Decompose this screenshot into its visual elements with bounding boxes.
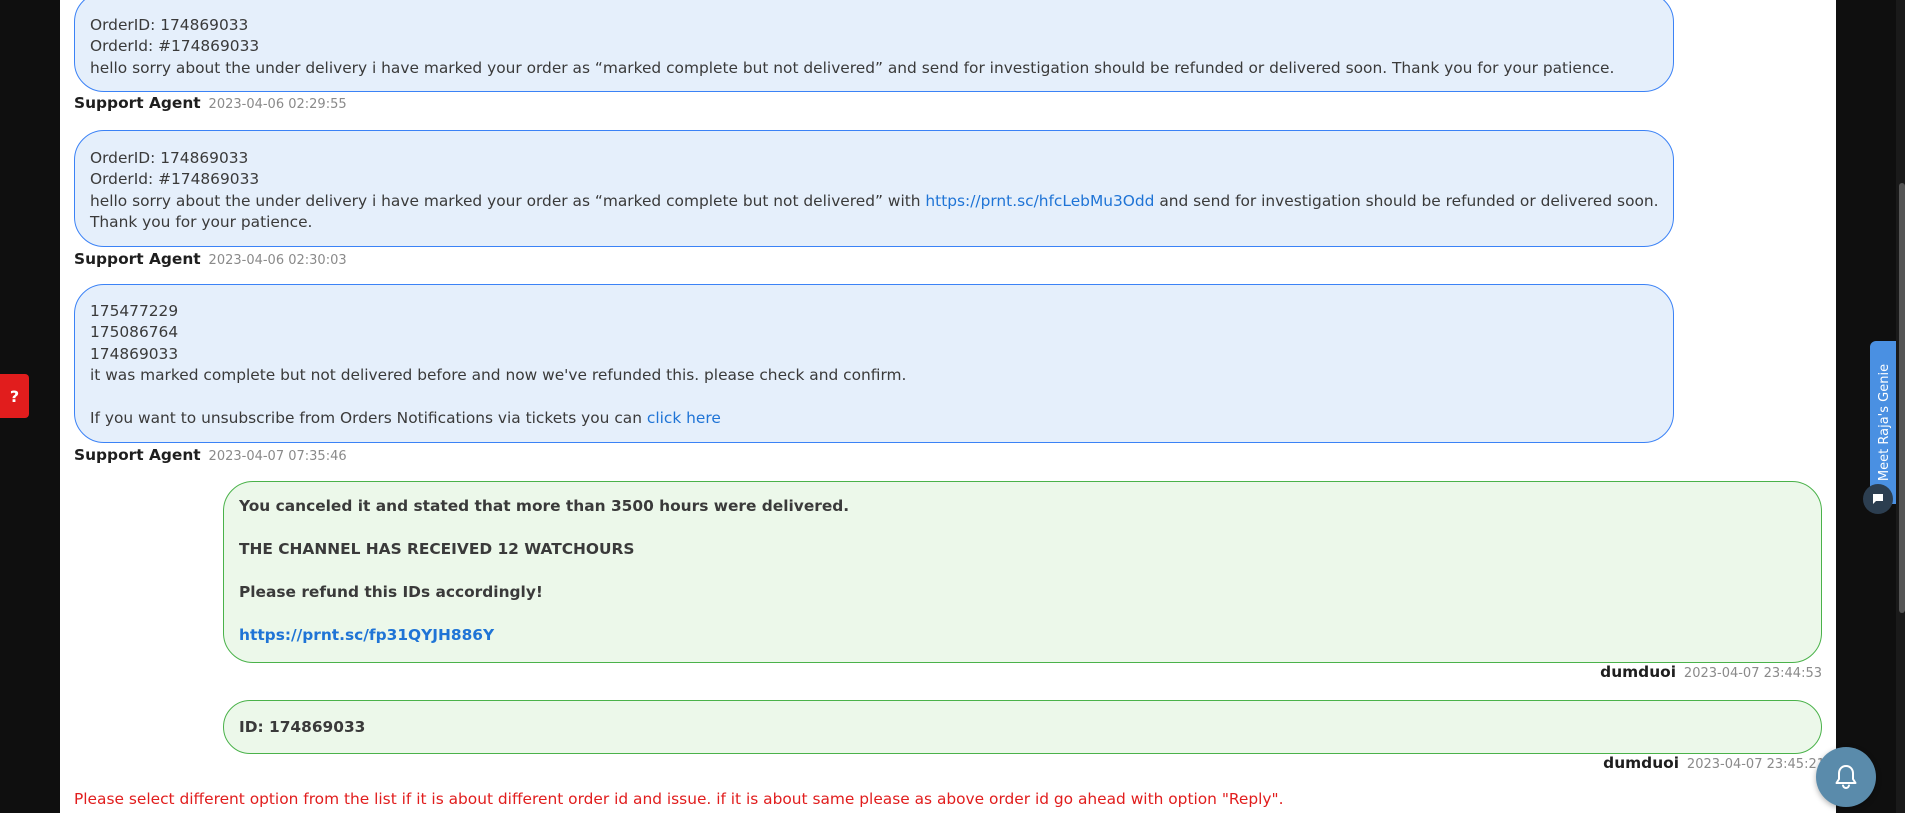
genie-tab-label: Meet Raja's Genie: [1877, 363, 1893, 482]
agent-message-bubble: OrderID: 174869033 OrderId: #174869033 h…: [74, 0, 1674, 92]
message-line: OrderID: 174869033: [90, 16, 249, 34]
message-author: Support Agent: [74, 250, 201, 268]
message-line: If you want to unsubscribe from Orders N…: [90, 408, 1658, 429]
message-meta: Support Agent 2023-04-07 07:35:46: [74, 446, 347, 464]
screenshot-link[interactable]: https://prnt.sc/fp31QYJH886Y: [239, 626, 494, 644]
message-line: You canceled it and stated that more tha…: [239, 497, 850, 515]
message-line: OrderId: #174869033: [90, 37, 260, 56]
message-author: dumduoi: [1603, 754, 1680, 772]
help-button[interactable]: ?: [0, 374, 29, 418]
message-meta: Support Agent 2023-04-06 02:29:55: [74, 94, 347, 112]
message-line: it was marked complete but not delivered…: [90, 366, 907, 385]
question-icon: ?: [9, 386, 20, 406]
message-timestamp: 2023-04-07 23:45:21: [1686, 757, 1825, 772]
message-timestamp: 2023-04-07 07:35:46: [208, 449, 347, 464]
message-timestamp: 2023-04-06 02:29:55: [208, 97, 347, 112]
message-line: OrderID: 174869033: [90, 149, 249, 167]
message-line: hello sorry about the under delivery i h…: [90, 58, 1615, 77]
chat-bubble-icon[interactable]: [1863, 484, 1893, 514]
message-meta: dumduoi 2023-04-07 23:45:21: [1603, 754, 1825, 772]
message-author: Support Agent: [74, 446, 201, 464]
message-line: Please refund this IDs accordingly!: [239, 582, 543, 601]
screenshot-link[interactable]: https://prnt.sc/hfcLebMu3Odd: [925, 192, 1154, 210]
scrollbar-thumb[interactable]: [1899, 183, 1905, 613]
message-line: https://prnt.sc/fp31QYJH886Y: [239, 625, 1806, 646]
message-line: 174869033: [90, 344, 179, 363]
agent-message-bubble: 175477229 175086764 174869033 it was mar…: [74, 284, 1674, 443]
bell-icon: [1835, 765, 1857, 790]
message-author: dumduoi: [1600, 663, 1677, 681]
notification-bell-button[interactable]: [1816, 747, 1876, 807]
message-line: 175086764: [90, 323, 179, 342]
message-line: 175477229: [90, 302, 179, 320]
message-meta: dumduoi 2023-04-07 23:44:53: [1600, 663, 1822, 681]
message-line: THE CHANNEL HAS RECEIVED 12 WATCHOURS: [239, 539, 635, 558]
user-message-bubble: You canceled it and stated that more tha…: [223, 481, 1822, 663]
message-timestamp: 2023-04-06 02:30:03: [208, 253, 347, 268]
message-line: OrderId: #174869033: [90, 170, 260, 189]
user-message-bubble: ID: 174869033: [223, 700, 1822, 754]
reply-notice: Please select different option from the …: [74, 790, 1284, 808]
message-author: Support Agent: [74, 94, 201, 112]
chat-icon-glyph: [1873, 494, 1883, 504]
message-text: and send for investigation should be ref…: [1154, 191, 1659, 210]
message-timestamp: 2023-04-07 23:44:53: [1683, 666, 1822, 681]
message-meta: Support Agent 2023-04-06 02:30:03: [74, 250, 347, 268]
message-line: hello sorry about the under delivery i h…: [90, 191, 1659, 212]
message-text: hello sorry about the under delivery i h…: [90, 191, 926, 210]
message-line: Thank you for your patience.: [90, 213, 313, 232]
agent-message-bubble: OrderID: 174869033 OrderId: #174869033 h…: [74, 130, 1674, 247]
message-line: ID: 174869033: [239, 718, 366, 736]
unsubscribe-link[interactable]: click here: [647, 409, 721, 427]
message-text: If you want to unsubscribe from Orders N…: [90, 409, 647, 428]
